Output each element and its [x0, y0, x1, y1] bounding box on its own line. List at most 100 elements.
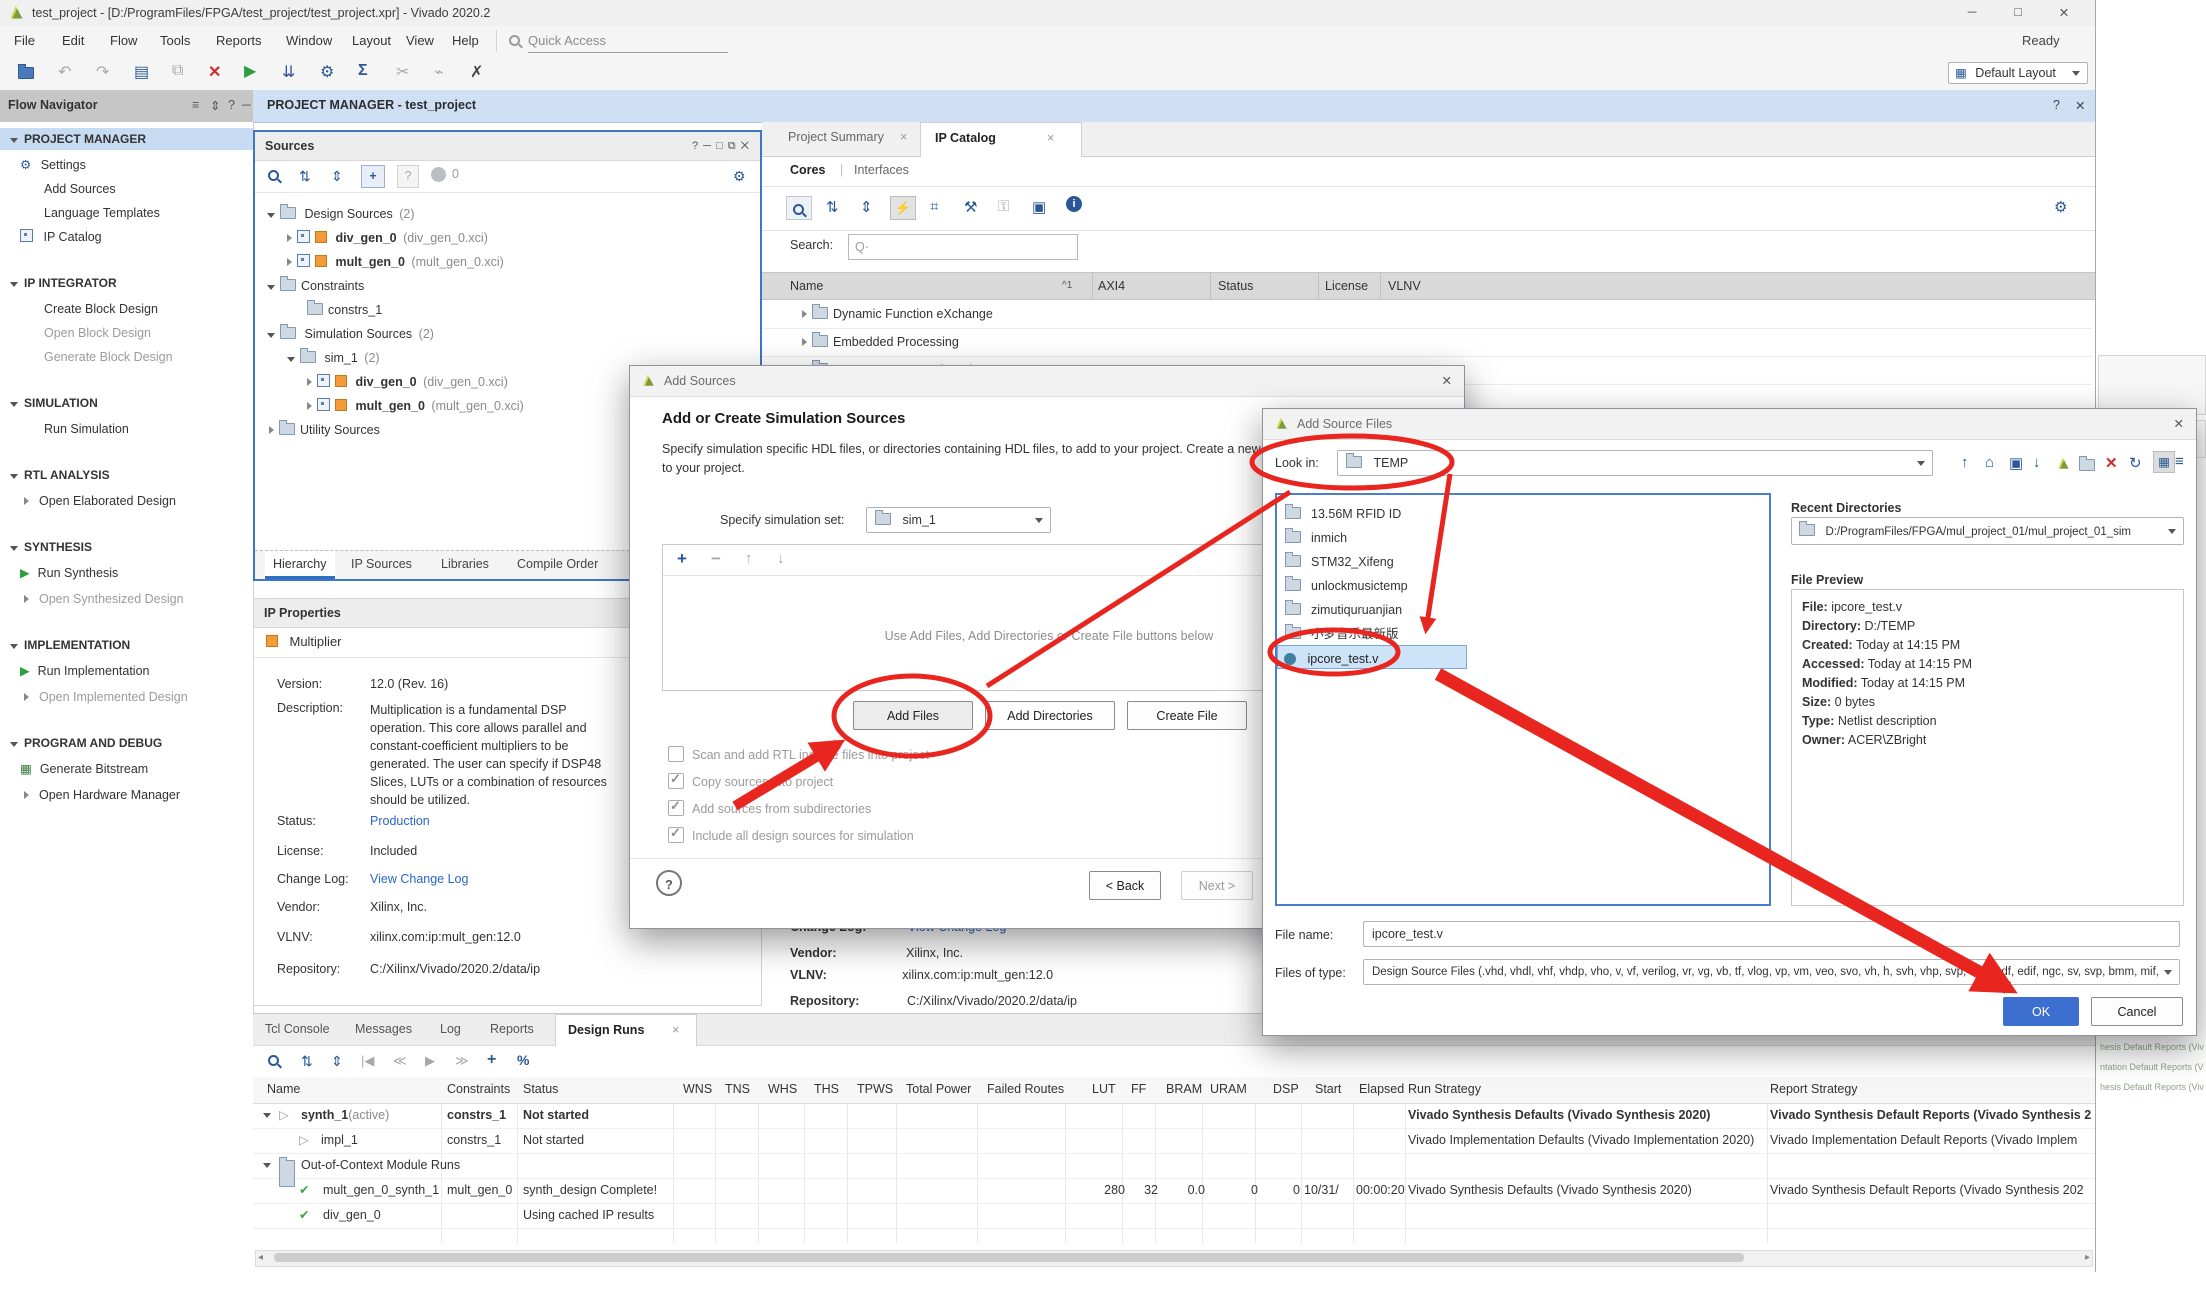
- run-row-impl1[interactable]: ▷ impl_1 constrs_1 Not started Vivado Im…: [253, 1128, 2095, 1154]
- home-icon[interactable]: ⌂: [1985, 454, 1994, 471]
- undo-icon[interactable]: ↶: [58, 62, 71, 82]
- scroll-left-icon[interactable]: ◂: [258, 1252, 263, 1263]
- changelog-link[interactable]: View Change Log: [370, 872, 468, 886]
- menu-reports[interactable]: Reports: [216, 33, 262, 48]
- menu-tools[interactable]: Tools: [160, 33, 190, 48]
- sidebar-item-generate-bitstream[interactable]: ▦Generate Bitstream: [0, 758, 253, 780]
- band-help-icon[interactable]: ?: [2053, 98, 2060, 112]
- sources-gear-icon[interactable]: ⚙: [733, 168, 746, 185]
- look-in-select[interactable]: TEMP: [1337, 450, 1933, 476]
- info-icon[interactable]: i: [1066, 196, 1082, 212]
- wand-icon[interactable]: ✗: [470, 62, 483, 82]
- flow-nav-tools-icon[interactable]: ≡: [192, 98, 199, 112]
- sidebar-section-program-debug[interactable]: PROGRAM AND DEBUG: [0, 732, 253, 754]
- tree-design-sources[interactable]: Design Sources (2): [255, 202, 757, 226]
- delete-icon[interactable]: ✕: [208, 62, 221, 82]
- subtab-cores[interactable]: Cores: [790, 163, 825, 177]
- band-close-icon[interactable]: ✕: [2075, 98, 2085, 113]
- tab-ip-sources[interactable]: IP Sources: [351, 551, 412, 578]
- list-item-selected[interactable]: ipcore_test.v: [1277, 645, 1467, 669]
- sidebar-item-settings[interactable]: ⚙ Settings: [0, 154, 253, 176]
- add-files-button[interactable]: Add Files: [853, 701, 973, 730]
- list-item[interactable]: 13.56M RFID ID: [1277, 501, 1769, 525]
- dialog-close-icon[interactable]: ✕: [1442, 366, 1452, 396]
- tab-hierarchy[interactable]: Hierarchy: [265, 551, 335, 579]
- add-plus-icon[interactable]: +: [677, 549, 687, 569]
- tab-compile-order[interactable]: Compile Order: [517, 551, 598, 578]
- runs-header-row[interactable]: Name Constraints Status WNS TNS WHS THS …: [253, 1077, 2095, 1104]
- redo-icon[interactable]: ↷: [96, 62, 109, 82]
- menu-help[interactable]: Help: [452, 33, 479, 48]
- open-project-icon[interactable]: [18, 67, 34, 79]
- tab-close-icon[interactable]: ×: [672, 1015, 679, 1045]
- scan-rtl-checkbox[interactable]: Scan and add RTL include files into proj…: [668, 746, 929, 762]
- sidebar-item-run-simulation[interactable]: Run Simulation: [0, 418, 253, 440]
- up-directory-icon[interactable]: ↑: [1961, 454, 1969, 471]
- desktop-icon[interactable]: ▣: [2009, 454, 2023, 472]
- sidebar-item-open-elaborated-design[interactable]: Open Elaborated Design: [0, 490, 253, 512]
- catalog-search-icon[interactable]: [786, 196, 812, 220]
- files-of-type-select[interactable]: Design Source Files (.vhd, vhdl, vhf, vh…: [1363, 959, 2180, 985]
- copy-sources-checkbox[interactable]: Copy sources into project: [668, 773, 833, 789]
- run-row-ooc-group[interactable]: Out-of-Context Module Runs: [253, 1153, 2095, 1179]
- percent-icon[interactable]: %: [517, 1052, 529, 1068]
- sidebar-item-language-templates[interactable]: Language Templates: [0, 202, 253, 224]
- save-icon[interactable]: ▤: [134, 62, 149, 82]
- run-row-mult-gen-synth[interactable]: ✔ mult_gen_0_synth_1 mult_gen_0 synth_de…: [253, 1178, 2095, 1204]
- horizontal-scrollbar[interactable]: ◂ ▸: [255, 1250, 2093, 1267]
- filter-incompatible-icon[interactable]: ⚡: [890, 196, 916, 220]
- ok-button[interactable]: OK: [2003, 997, 2079, 1026]
- tree-constrs1[interactable]: constrs_1: [255, 298, 757, 322]
- status-link[interactable]: Production: [370, 814, 430, 828]
- tab-ip-catalog[interactable]: IP Catalog ×: [920, 122, 1082, 157]
- tab-libraries[interactable]: Libraries: [441, 551, 489, 578]
- quick-access-input[interactable]: Quick Access: [528, 30, 728, 53]
- flow-nav-help-icon[interactable]: ?: [228, 98, 235, 112]
- create-file-button[interactable]: Create File: [1127, 701, 1247, 730]
- tree-mult-gen[interactable]: mult_gen_0 (mult_gen_0.xci): [255, 250, 757, 274]
- sidebar-section-implementation[interactable]: IMPLEMENTATION: [0, 634, 253, 656]
- sidebar-section-rtl-analysis[interactable]: RTL ANALYSIS: [0, 464, 253, 486]
- tab-log[interactable]: Log: [440, 1014, 461, 1044]
- expand-all-icon[interactable]: ⇕: [331, 168, 343, 185]
- copy-icon[interactable]: ⧉: [172, 62, 183, 80]
- sim-set-select[interactable]: sim_1: [866, 507, 1051, 533]
- list-item[interactable]: inmich: [1277, 525, 1769, 549]
- list-view-icon[interactable]: ≡: [2175, 453, 2184, 470]
- sidebar-item-create-block-design[interactable]: Create Block Design: [0, 298, 253, 320]
- search-icon[interactable]: [267, 169, 282, 184]
- flow-nav-expand-icon[interactable]: ⇕: [210, 98, 220, 113]
- scrollbar-thumb[interactable]: [274, 1253, 1744, 1262]
- sidebar-item-project-manager[interactable]: PROJECT MANAGER: [0, 128, 253, 150]
- sidebar-item-open-hardware-manager[interactable]: Open Hardware Manager: [0, 784, 253, 806]
- file-name-input[interactable]: [1363, 921, 2180, 947]
- flow-nav-minimize-icon[interactable]: ─: [242, 98, 251, 112]
- menu-window[interactable]: Window: [286, 33, 332, 48]
- collapse-all-icon[interactable]: ⇅: [299, 168, 311, 185]
- menu-file[interactable]: File: [14, 33, 35, 48]
- sidebar-section-synthesis[interactable]: SYNTHESIS: [0, 536, 253, 558]
- minimize-button[interactable]: ─: [1952, 5, 1992, 19]
- list-item[interactable]: unlockmusictemp: [1277, 573, 1769, 597]
- step-icon[interactable]: ⇊: [282, 62, 295, 82]
- back-button[interactable]: < Back: [1089, 871, 1161, 900]
- tree-simulation-sources[interactable]: Simulation Sources (2): [255, 322, 757, 346]
- tab-tcl-console[interactable]: Tcl Console: [265, 1014, 330, 1044]
- create-run-plus-icon[interactable]: +: [487, 1051, 496, 1069]
- tree-div-gen[interactable]: div_gen_0 (div_gen_0.xci): [255, 226, 757, 250]
- add-directories-button[interactable]: Add Directories: [985, 701, 1115, 730]
- downloads-icon[interactable]: ↓: [2033, 454, 2041, 471]
- sidebar-item-run-implementation[interactable]: ▶Run Implementation: [0, 660, 253, 682]
- catalog-table-header[interactable]: Name ^1 AXI4 Status License VLNV: [762, 272, 2095, 300]
- subtab-interfaces[interactable]: Interfaces: [854, 163, 909, 177]
- list-item[interactable]: 小梦音乐最新版: [1277, 621, 1769, 645]
- run-row-div-gen[interactable]: ✔ div_gen_0 Using cached IP results: [253, 1203, 2095, 1229]
- run-icon[interactable]: ▶: [244, 61, 256, 81]
- catalog-row-embedded[interactable]: Embedded Processing: [762, 328, 2092, 357]
- add-sources-plus-icon[interactable]: +: [361, 165, 385, 188]
- search-icon[interactable]: [267, 1054, 282, 1069]
- wrench-icon[interactable]: ⚒: [964, 198, 977, 216]
- list-item[interactable]: zimutiquruanjian: [1277, 597, 1769, 621]
- tab-reports[interactable]: Reports: [490, 1014, 534, 1044]
- new-folder-icon[interactable]: [2079, 459, 2095, 471]
